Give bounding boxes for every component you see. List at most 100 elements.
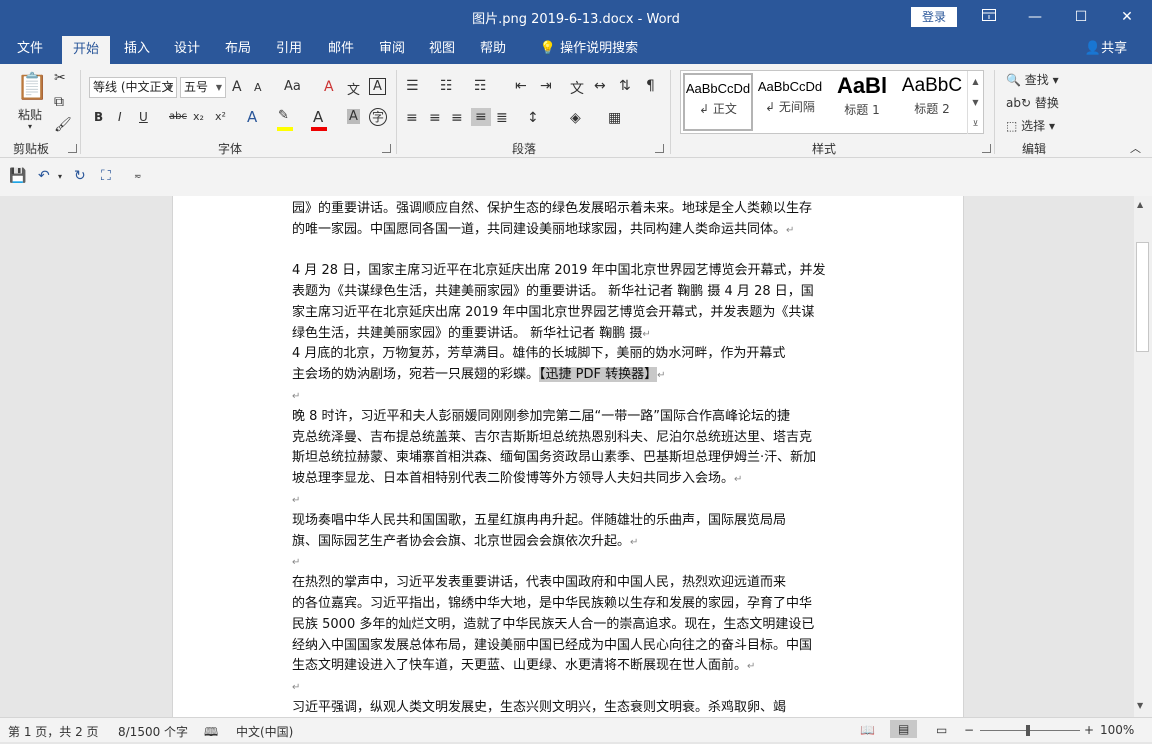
document-line[interactable]: 经纳入中国国家发展总体布局，建设美丽中国已经成为中国人民心向往之的奋斗目标。中国 [292,636,847,657]
paste-dropdown-icon[interactable]: ▾ [28,122,32,131]
enclose-char-button[interactable]: 字 [369,108,387,126]
zoom-slider[interactable] [980,730,1080,731]
change-case-button[interactable]: Aa [284,79,301,94]
document-line[interactable]: 4 月 28 日，国家主席习近平在北京延庆出席 2019 年中国北京世界园艺博览… [292,261,847,282]
document-line[interactable]: 4 月底的北京，万物复苏，芳草满目。雄伟的长城脚下，美丽的妫水河畔，作为开幕式 [292,344,847,365]
style-heading-2[interactable]: AaBbC 标题 2 [897,73,967,131]
zoom-out-icon[interactable]: − [964,723,974,737]
tab-home[interactable]: 开始 [62,36,110,64]
page-count[interactable]: 第 1 页，共 2 页 [8,723,99,740]
document-line[interactable]: 家主席习近平在北京延庆出席 2019 年中国北京世界园艺博览会开幕式，并发表题为… [292,303,847,324]
document-line[interactable]: 的各位嘉宾。习近平指出，锦绣中华大地，是中华民族赖以生存和发展的家园，孕育了中华 [292,594,847,615]
cut-icon[interactable]: ✂ [54,70,66,86]
scroll-down-icon[interactable]: ▼ [1137,701,1143,710]
align-center-icon[interactable]: ≡ [429,110,441,126]
align-left-icon[interactable]: ≡ [406,110,418,126]
language[interactable]: 中文(中国) [236,723,293,740]
clipboard-launcher[interactable] [68,144,77,153]
font-color-button[interactable]: A [313,108,323,126]
italic-button[interactable]: I [118,110,122,124]
document-line[interactable]: ↵ [292,490,847,511]
document-body[interactable]: 庆出席 2019 年中国北京世界园艺博览会开幕式，并发表题为《共谋绿色生活，共建… [292,196,847,717]
document-line[interactable]: 克总统泽曼、吉布提总统盖莱、吉尔吉斯斯坦总统热恩别科夫、尼泊尔总统班达里、塔吉克 [292,428,847,449]
paste-icon[interactable]: 📋 [16,72,48,102]
vertical-scrollbar[interactable]: ▲ ▼ [1134,196,1152,717]
document-line[interactable]: 园》的重要讲话。强调顺应自然、保护生态的绿色发展昭示着未来。地球是全人类赖以生存 [292,199,847,220]
document-line[interactable]: ↵ [292,677,847,698]
grow-font-button[interactable]: A [232,79,242,95]
find-button[interactable]: 🔍 查找 ▾ [1006,71,1059,88]
strikethrough-button[interactable]: abc [169,111,187,122]
tab-review[interactable]: 审阅 [371,34,413,64]
document-line[interactable]: 的唯一家园。中国愿同各国一道，共同建设美丽地球家园，共同构建人类命运共同体。↵ [292,220,847,241]
distribute-icon[interactable]: ↔ [594,78,606,94]
paste-button[interactable]: 粘贴 [18,106,42,123]
document-line[interactable]: 旗、国际园艺生产者协会会旗、北京世园会会旗依次升起。↵ [292,532,847,553]
char-shading-button[interactable]: A [347,109,360,124]
undo-dropdown-icon[interactable]: ▾ [58,172,62,181]
format-painter-icon[interactable]: 🖌 [54,117,72,133]
decrease-indent-icon[interactable]: ⇤ [515,78,527,94]
bold-button[interactable]: B [94,110,103,124]
highlight-icon[interactable]: ✎ [278,108,289,123]
font-size-dropdown[interactable]: 五号 ▼ [180,77,226,98]
styles-launcher[interactable] [982,144,991,153]
font-name-dropdown[interactable]: 等线 (中文正文 ▼ [89,77,177,98]
style-heading-1[interactable]: AaBl 标题 1 [827,73,897,131]
gallery-up-icon[interactable]: ▲ [967,71,983,92]
document-line[interactable]: 在热烈的掌声中，习近平发表重要讲话，代表中国政府和中国人民，热烈欢迎远道而来 [292,573,847,594]
print-layout-icon[interactable]: ▤ [890,720,918,738]
sort-icon[interactable]: ⇅ [619,78,631,94]
shading-icon[interactable]: ◈ [570,110,581,126]
document-line[interactable]: 主会场的妫汭剧场，宛若一只展翅的彩蝶。【迅捷 PDF 转换器】↵ [292,365,847,386]
document-line[interactable]: 斯坦总统拉赫蒙、柬埔寨首相洪森、缅甸国务资政昂山素季、巴基斯坦总理伊姆兰·汗、新… [292,448,847,469]
multilevel-list-icon[interactable]: ☶ [474,78,487,94]
line-spacing-icon[interactable]: ↕ [527,110,539,126]
tab-help[interactable]: 帮助 [472,34,514,64]
style-normal[interactable]: AaBbCcDd ↲ 正文 [683,73,753,131]
select-button[interactable]: ⬚ 选择 ▾ [1006,117,1055,134]
proofing-icon[interactable]: 🕮 [204,723,218,744]
document-line[interactable]: 生态文明建设进入了快车道，天更蓝、山更绿、水更清将不断展现在世人面前。↵ [292,656,847,677]
superscript-button[interactable]: x² [215,110,226,123]
tab-view[interactable]: 视图 [421,34,463,64]
document-line[interactable]: 绿色生活，共建美丽家园》的重要讲话。 新华社记者 鞠鹏 摄↵ [292,324,847,345]
style-no-spacing[interactable]: AaBbCcDd ↲ 无间隔 [755,73,825,131]
print-preview-icon[interactable]: ⛶ [101,168,111,184]
document-line[interactable]: 民族 5000 多年的灿烂文明，造就了中华民族天人合一的崇高追求。现在，生态文明… [292,615,847,636]
customize-qat-icon[interactable]: ≂ [134,172,142,182]
document-line[interactable]: 坡总理李显龙、日本首相特别代表二阶俊博等外方领导人夫妇共同步入会场。↵ [292,469,847,490]
replace-button[interactable]: ab↻ 替换 [1006,94,1059,111]
justify-icon[interactable]: ≡ [471,108,491,126]
bullets-icon[interactable]: ☰ [406,78,419,94]
share-button[interactable]: 👤共享 [1080,34,1132,64]
copy-icon[interactable]: ⧉ [54,94,64,110]
word-count[interactable]: 8/1500 个字 [118,723,188,740]
tab-mailings[interactable]: 邮件 [320,34,362,64]
document-page[interactable]: 庆出席 2019 年中国北京世界园艺博览会开幕式，并发表题为《共谋绿色生活，共建… [172,196,964,717]
tab-design[interactable]: 设计 [166,34,208,64]
clear-format-button[interactable]: A [324,79,334,95]
tab-insert[interactable]: 插入 [116,34,158,64]
ribbon-display-options-button[interactable] [966,0,1012,34]
tab-file[interactable]: 文件 [8,34,52,64]
borders-icon[interactable]: ▦ [608,110,621,126]
close-button[interactable]: ✕ [1104,0,1150,34]
document-line[interactable]: ↵ [292,386,847,407]
phonetic-guide-button[interactable]: 文 [347,79,360,98]
underline-button[interactable]: U [139,110,148,124]
text-effects-button[interactable]: A [247,108,257,126]
increase-indent-icon[interactable]: ⇥ [540,78,552,94]
align-right-icon[interactable]: ≡ [451,110,463,126]
read-mode-icon[interactable]: 📖 [860,723,875,737]
scroll-thumb[interactable] [1136,242,1149,352]
undo-icon[interactable]: ↶ [38,168,50,184]
document-line[interactable]: 表题为《共谋绿色生活，共建美丽家园》的重要讲话。 新华社记者 鞠鹏 摄 4 月 … [292,282,847,303]
login-button[interactable]: 登录 [911,7,957,27]
minimize-button[interactable]: — [1012,0,1058,34]
tab-references[interactable]: 引用 [268,34,310,64]
tell-me-search[interactable]: 💡 操作说明搜索 [534,34,644,64]
scroll-up-icon[interactable]: ▲ [1137,200,1143,209]
shrink-font-button[interactable]: A [254,81,262,94]
distributed-align-icon[interactable]: ≣ [496,110,508,126]
